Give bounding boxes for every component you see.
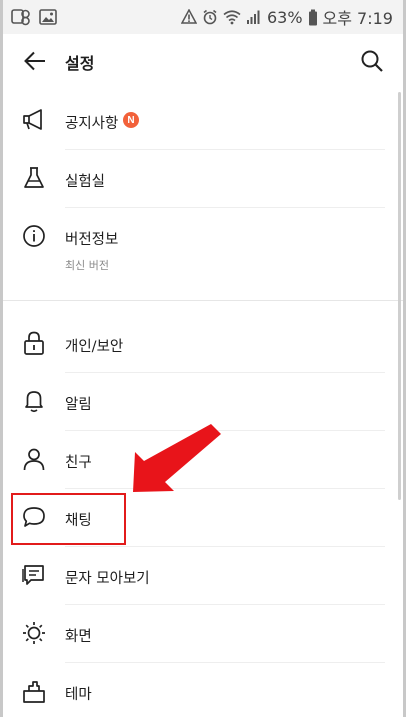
paint-bucket-icon [23,681,45,703]
scrollbar[interactable] [398,92,401,500]
settings-item-lab[interactable]: 실험실 [3,150,403,208]
app-frame: 63% 오후 7:19 설정 공지사항 N 실험실 버전정보 최신 버전 개인/… [3,0,403,717]
settings-item-label: 화면 [65,629,92,645]
page-title: 설정 [65,54,95,73]
gallery-icon [39,9,57,25]
app-bar: 설정 [3,34,403,88]
highlight-box [11,493,126,545]
status-bar: 63% 오후 7:19 [3,0,403,34]
settings-item-label: 문자 모아보기 [65,571,150,587]
back-arrow-icon[interactable] [21,47,49,75]
status-time: 오후 7:19 [322,9,393,28]
lock-icon [24,331,44,355]
settings-item-label: 알림 [65,397,92,413]
settings-item-label: 공지사항 [65,116,119,132]
settings-item-label: 버전정보 [65,232,119,248]
settings-item-sms[interactable]: 문자 모아보기 [3,547,403,605]
version-status: 최신 버전 [65,259,109,272]
signal-icon [246,10,260,24]
settings-item-label: 개인/보안 [65,339,124,355]
section-divider [3,300,403,301]
brightness-icon [23,622,45,644]
alert-icon [180,9,197,24]
status-right: 63% 오후 7:19 [180,5,393,29]
settings-item-theme[interactable]: 테마 [3,663,403,717]
info-icon [23,225,45,247]
settings-item-notice[interactable]: 공지사항 N [3,92,403,150]
settings-item-screen[interactable]: 화면 [3,605,403,663]
settings-item-version[interactable]: 버전정보 최신 버전 [3,208,403,286]
settings-item-label: 실험실 [65,174,106,190]
battery-icon [308,9,317,25]
status-left [11,8,57,26]
search-icon[interactable] [358,47,386,75]
settings-item-label: 테마 [65,687,92,703]
wifi-icon [223,10,241,25]
flask-icon [24,167,44,188]
person-icon [23,448,45,471]
settings-item-privacy[interactable]: 개인/보안 [3,315,403,373]
battery-percent: 63% [266,7,303,27]
megaphone-icon [23,109,42,130]
settings-item-label: 친구 [65,455,92,471]
notification-app-icon [11,9,30,26]
alarm-clock-icon [203,9,217,25]
pointer-arrow-icon [133,424,221,492]
new-badge: N [123,112,139,128]
bell-icon [25,391,43,413]
message-collection-icon [22,565,44,585]
